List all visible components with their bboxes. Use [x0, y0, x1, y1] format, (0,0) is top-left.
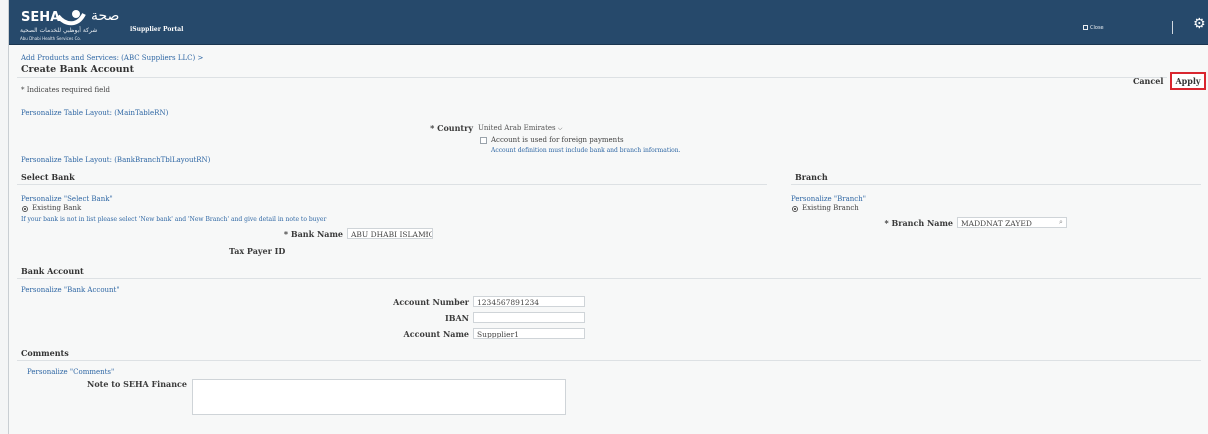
- select-bank-heading: Select Bank: [21, 172, 75, 182]
- breadcrumb-link[interactable]: Add Products and Services: (ABC Supplier…: [21, 54, 195, 62]
- foreign-payments-checkbox[interactable]: [480, 137, 487, 144]
- search-icon[interactable]: ⌕: [1059, 218, 1063, 227]
- existing-bank-label: Existing Bank: [32, 204, 82, 212]
- bank-name-value: ABU DHABI ISLAMIC: [351, 230, 433, 239]
- account-number-input[interactable]: 1234567891234: [473, 296, 585, 307]
- close-label: Close: [1090, 25, 1104, 31]
- comments-heading: Comments: [21, 348, 69, 358]
- personalize-bank-account-link[interactable]: Personalize "Bank Account": [21, 286, 120, 294]
- select-bank-divider: [17, 184, 767, 185]
- title-divider: [17, 77, 1167, 78]
- app-frame: SEHA صحة iSupplier Portal شركة أبوظبي لل…: [8, 0, 1208, 434]
- search-icon[interactable]: ⌕: [425, 229, 429, 238]
- country-value: United Arab Emirates: [478, 124, 556, 132]
- note-textarea[interactable]: [192, 379, 566, 415]
- personalize-select-bank-link[interactable]: Personalize "Select Bank": [21, 195, 113, 203]
- account-number-value: 1234567891234: [477, 298, 540, 307]
- account-name-value: Suppplier1: [477, 330, 519, 339]
- existing-branch-label: Existing Branch: [802, 204, 859, 212]
- chevron-down-icon: ⌵: [557, 125, 563, 132]
- comments-divider: [17, 360, 1201, 361]
- existing-branch-radio[interactable]: [792, 206, 798, 212]
- gear-icon[interactable]: ⚙: [1193, 16, 1206, 32]
- header-divider: [1172, 21, 1173, 34]
- logo-arabic: صحة: [91, 8, 120, 24]
- personalize-main-table-link[interactable]: Personalize Table Layout: (MainTableRN): [21, 109, 168, 117]
- tax-payer-label: Tax Payer ID: [229, 246, 343, 256]
- iban-label: IBAN: [444, 313, 469, 323]
- bank-account-divider: [17, 278, 1201, 279]
- country-hint: Account definition must include bank and…: [491, 147, 681, 154]
- logo-text: SEHA: [21, 10, 61, 25]
- existing-bank-radio[interactable]: [22, 206, 28, 212]
- branch-heading: Branch: [795, 172, 828, 182]
- bank-instruction: If your bank is not in list please selec…: [21, 216, 327, 223]
- foreign-payments-label: Account is used for foreign payments: [491, 136, 624, 144]
- bank-name-input[interactable]: ABU DHABI ISLAMIC: [347, 228, 433, 239]
- required-note: * Indicates required field: [21, 86, 111, 94]
- bank-name-label: * Bank Name: [283, 229, 343, 239]
- breadcrumb: Add Products and Services: (ABC Supplier…: [21, 54, 203, 62]
- apply-button[interactable]: Apply: [1170, 72, 1206, 90]
- branch-name-label: * Branch Name: [884, 218, 953, 228]
- country-select[interactable]: United Arab Emirates ⌵: [478, 124, 562, 133]
- personalize-comments-link[interactable]: Personalize "Comments": [27, 368, 114, 376]
- branch-divider: [791, 184, 1201, 185]
- branch-name-value: MADDNAT ZAYED: [961, 219, 1032, 228]
- app-header: SEHA صحة iSupplier Portal شركة أبوظبي لل…: [9, 0, 1208, 45]
- personalize-bank-branch-table-link[interactable]: Personalize Table Layout: (BankBranchTbl…: [21, 156, 210, 164]
- account-name-input[interactable]: Suppplier1: [473, 328, 585, 339]
- iban-input[interactable]: [473, 312, 585, 323]
- country-label: * Country: [430, 123, 473, 133]
- portal-name: iSupplier Portal: [130, 26, 184, 33]
- account-number-label: Account Number: [393, 297, 469, 307]
- cancel-button[interactable]: Cancel: [1133, 76, 1163, 86]
- note-label: Note to SEHA Finance: [87, 379, 187, 389]
- page-title: Create Bank Account: [21, 64, 134, 75]
- main-content: Add Products and Services: (ABC Supplier…: [9, 46, 1208, 434]
- tax-payer-label-text: Tax Payer ID: [229, 246, 286, 256]
- personalize-branch-link[interactable]: Personalize "Branch": [791, 195, 866, 203]
- close-link[interactable]: Close: [1083, 25, 1104, 31]
- account-name-label: Account Name: [403, 329, 469, 339]
- breadcrumb-separator: >: [197, 54, 204, 62]
- logo-subtitle-arabic: شركة أبوظبي للخدمات الصحية: [20, 27, 98, 34]
- bank-account-heading: Bank Account: [21, 266, 84, 276]
- logo-subtitle-english: Abu Dhabi Health Services Co.: [20, 36, 82, 41]
- close-icon: [1083, 25, 1088, 30]
- branch-name-input[interactable]: MADDNAT ZAYED: [957, 217, 1067, 228]
